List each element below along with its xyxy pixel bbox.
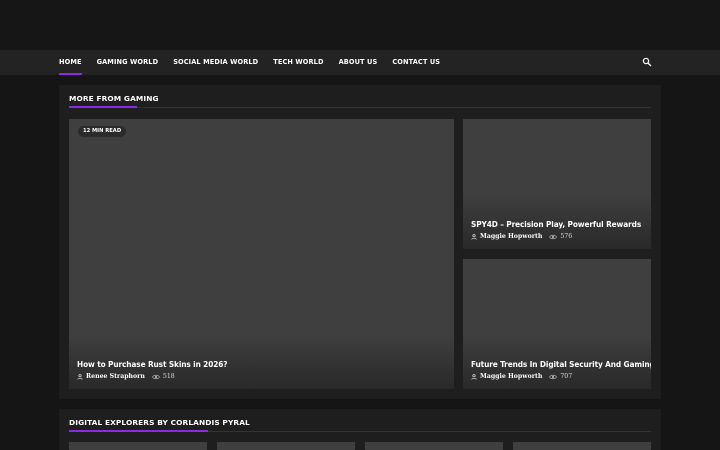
post-title[interactable]: How to Purchase Rust Skins in 2026?: [77, 359, 228, 369]
nav-item-social-media-world[interactable]: SOCIAL MEDIA WORLD: [173, 50, 258, 75]
post-meta: Renee Straphorn 518: [77, 373, 175, 380]
section-divider: [69, 107, 651, 108]
post-card[interactable]: [217, 442, 355, 450]
digital-explorers-section: DIGITAL EXPLORERS BY CORLANDIS PYRAL: [59, 409, 661, 450]
eye-icon: [549, 374, 558, 379]
post-card[interactable]: [513, 442, 651, 450]
post-meta: Maggie Hopworth 576: [471, 233, 572, 240]
nav-item-tech-world[interactable]: TECH WORLD: [273, 50, 323, 75]
nav-list: HOME GAMING WORLD SOCIAL MEDIA WORLD TEC…: [59, 50, 455, 75]
eye-icon: [152, 374, 160, 379]
nav-item-home[interactable]: HOME: [59, 50, 82, 75]
user-icon: [471, 373, 477, 380]
section-title-underline: [69, 430, 208, 432]
post-views: 576: [560, 233, 573, 240]
user-icon: [77, 373, 83, 380]
side-post-card[interactable]: SPY4D – Precision Play, Powerful Rewards…: [463, 119, 651, 249]
post-views: 518: [162, 373, 175, 380]
section-title-underline: [69, 106, 137, 108]
post-author[interactable]: Maggie Hopworth: [480, 233, 542, 240]
post-author[interactable]: Renee Straphorn: [86, 373, 145, 380]
nav-item-about-us[interactable]: ABOUT US: [339, 50, 378, 75]
section-title: DIGITAL EXPLORERS BY CORLANDIS PYRAL: [69, 418, 250, 427]
main-navigation: HOME GAMING WORLD SOCIAL MEDIA WORLD TEC…: [0, 50, 720, 75]
post-card[interactable]: [69, 442, 207, 450]
post-author[interactable]: Maggie Hopworth: [480, 373, 542, 380]
read-time-badge: 12 MIN READ: [78, 126, 127, 137]
eye-icon: [549, 234, 558, 239]
search-icon[interactable]: [642, 57, 652, 67]
side-post-card[interactable]: Future Trends In Digital Security And Ga…: [463, 259, 651, 389]
more-from-gaming-section: MORE FROM GAMING 12 MIN READ How to Purc…: [59, 85, 661, 399]
section-title: MORE FROM GAMING: [69, 94, 159, 103]
post-views: 707: [560, 373, 573, 380]
post-title[interactable]: SPY4D – Precision Play, Powerful Rewards: [471, 219, 641, 229]
user-icon: [471, 233, 477, 240]
nav-item-gaming-world[interactable]: GAMING WORLD: [97, 50, 159, 75]
nav-item-contact-us[interactable]: CONTACT US: [392, 50, 440, 75]
featured-post-card[interactable]: 12 MIN READ How to Purchase Rust Skins i…: [69, 119, 454, 389]
post-meta: Maggie Hopworth 707: [471, 373, 572, 380]
site-header: [0, 0, 720, 50]
post-title[interactable]: Future Trends In Digital Security And Ga…: [471, 359, 651, 369]
post-card[interactable]: [365, 442, 503, 450]
